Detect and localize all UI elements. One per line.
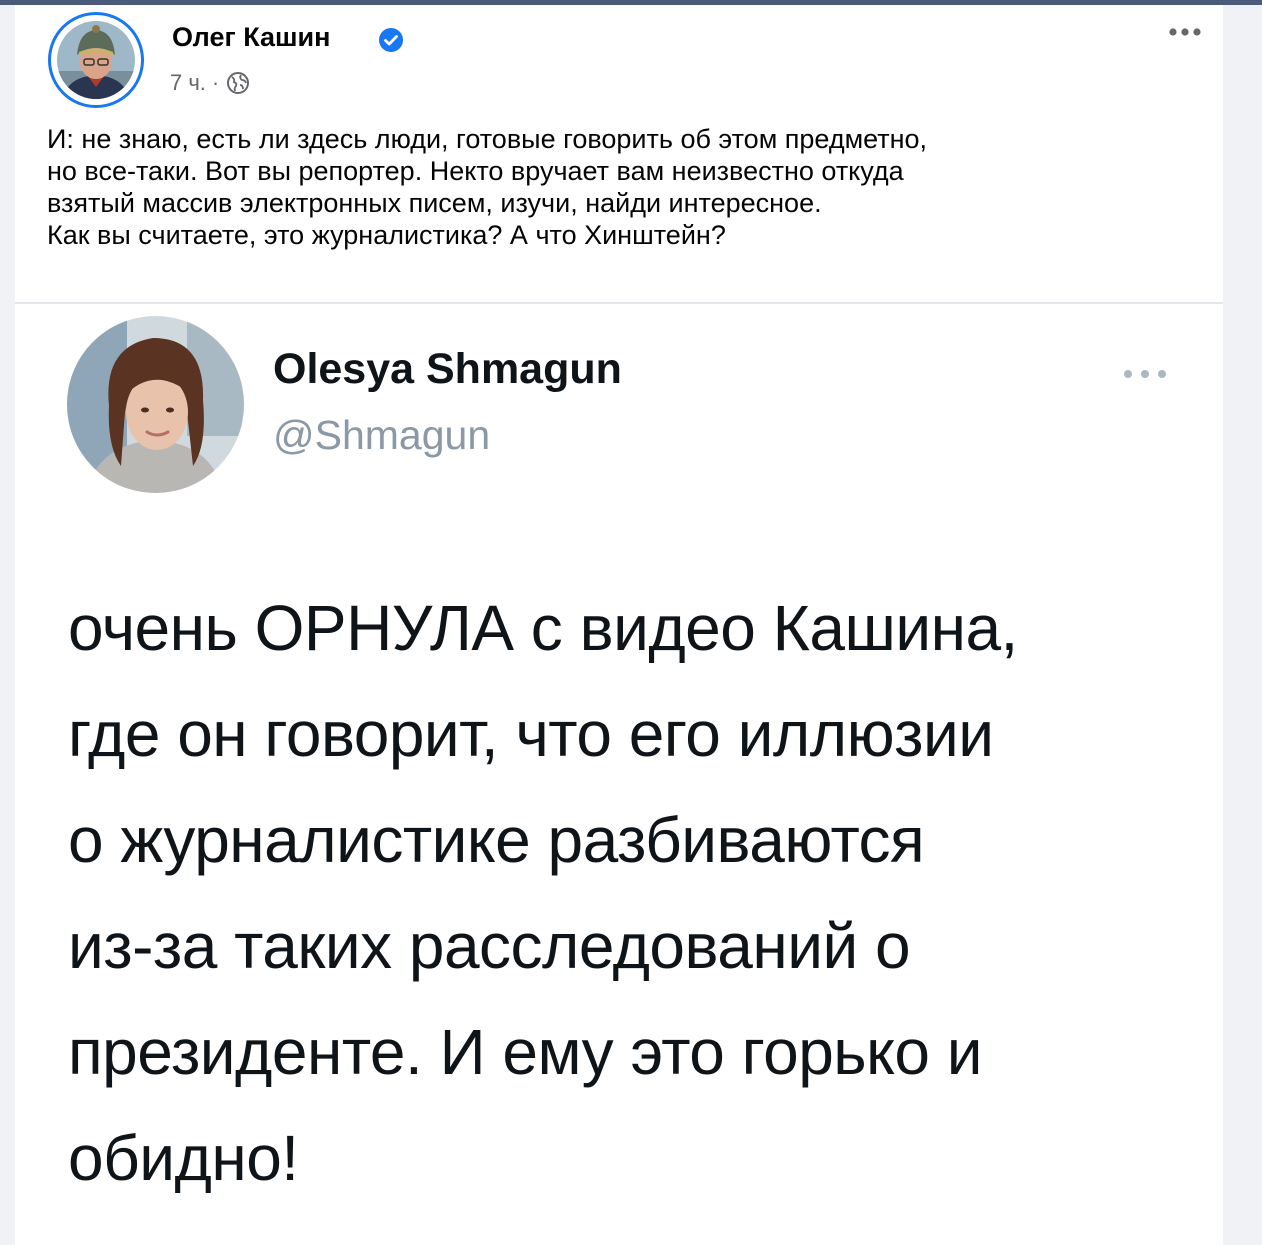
verified-badge-icon: [378, 27, 404, 53]
meta-separator: ·: [211, 70, 220, 95]
post-more-options-icon[interactable]: [1166, 22, 1204, 42]
tweet-more-options-icon: [1122, 367, 1168, 379]
tweet-author-handle: @Shmagun: [273, 412, 491, 458]
tweet-text-line: о журналистике разбиваются: [68, 804, 925, 876]
tweet-text: очень ОРНУЛА с видео Кашина, где он гово…: [68, 575, 1208, 1211]
post-timestamp[interactable]: 7 ч.: [170, 70, 206, 96]
post-text-line: И: не знаю, есть ли здесь люди, готовые …: [47, 124, 928, 154]
post-text-line: Как вы считаете, это журналистика? А что…: [47, 220, 726, 250]
post-text: И: не знаю, есть ли здесь люди, готовые …: [47, 123, 1217, 251]
feed-background-right: [1223, 5, 1262, 1245]
feed-background-left: [0, 5, 15, 1245]
tweet-text-line: где он говорит, что его иллюзии: [68, 698, 994, 770]
author-avatar-photo: [57, 21, 135, 99]
globe-icon[interactable]: [226, 71, 250, 95]
post-meta: 7 ч. ·: [170, 70, 250, 96]
post-text-line: но все-таки. Вот вы репортер. Некто вруч…: [47, 156, 904, 186]
tweet-text-line: очень ОРНУЛА с видео Кашина,: [68, 592, 1018, 664]
author-name[interactable]: Олег Кашин: [172, 22, 330, 53]
attachment-divider: [15, 302, 1223, 304]
tweet-author-name: Olesya Shmagun: [273, 345, 622, 393]
tweet-text-line: из-за таких расследований о: [68, 910, 911, 982]
post-text-line: взятый массив электронных писем, изучи, …: [47, 188, 822, 218]
author-avatar[interactable]: [48, 12, 144, 108]
tweet-text-line: обидно!: [68, 1122, 299, 1194]
tweet-text-line: президенте. И ему это горько и: [68, 1016, 982, 1088]
tweet-author-avatar: [67, 316, 244, 493]
